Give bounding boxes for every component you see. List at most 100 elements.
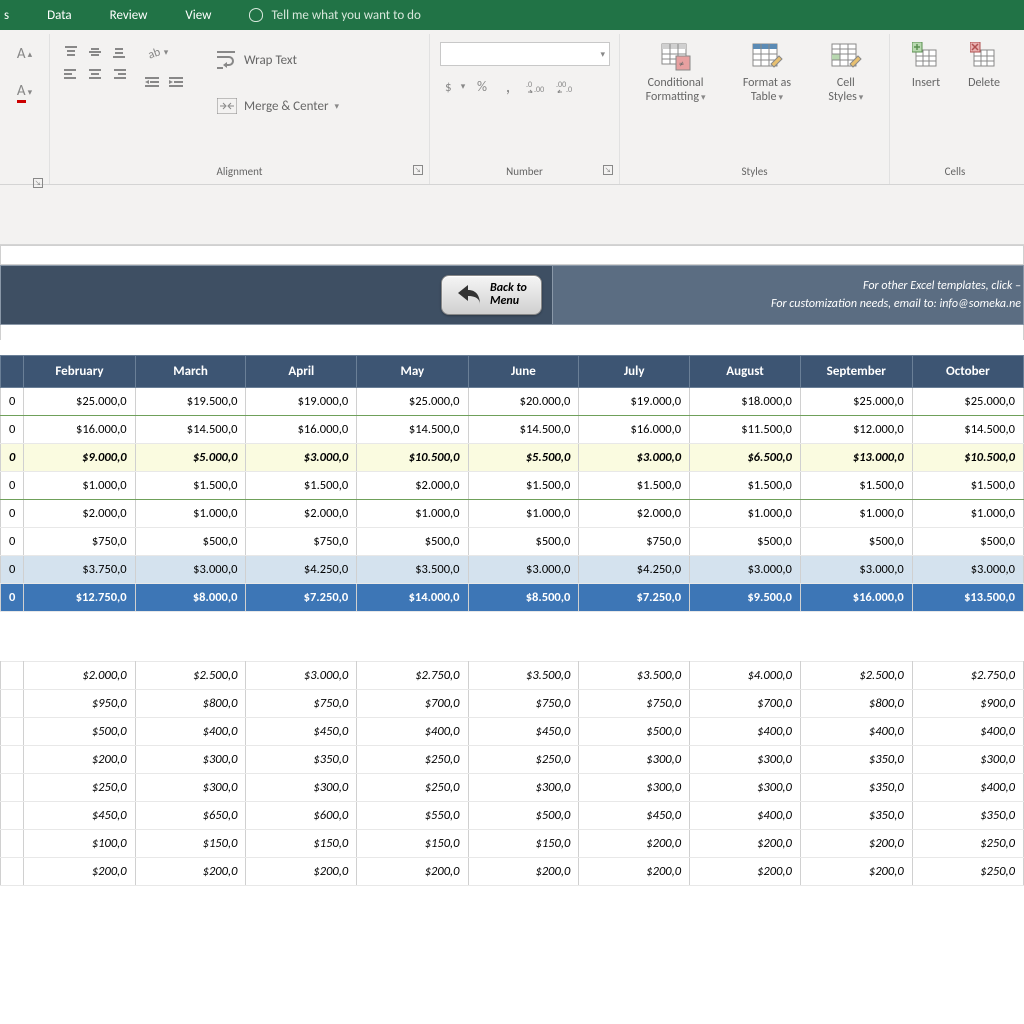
table-row[interactable]: $450,0$650,0$600,0$550,0$500,0$450,0$400… bbox=[1, 802, 1024, 830]
data-cell[interactable]: $750,0 bbox=[246, 528, 357, 556]
data-cell[interactable]: $200,0 bbox=[357, 858, 468, 886]
data-cell[interactable]: $8.500,0 bbox=[468, 584, 579, 612]
header-apr[interactable]: April bbox=[246, 356, 357, 388]
data-cell[interactable]: $14.500,0 bbox=[357, 416, 468, 444]
tab-partial[interactable]: s bbox=[0, 2, 13, 29]
data-cell[interactable]: $25.000,0 bbox=[357, 388, 468, 416]
data-cell[interactable]: $550,0 bbox=[357, 802, 468, 830]
data-cell[interactable]: $250,0 bbox=[357, 746, 468, 774]
data-cell[interactable]: $150,0 bbox=[246, 830, 357, 858]
data-cell[interactable]: $250,0 bbox=[468, 746, 579, 774]
worksheet[interactable]: Back toMenu For other Excel templates, c… bbox=[0, 245, 1024, 886]
row-edge-cell[interactable]: 0 bbox=[1, 416, 24, 444]
data-cell[interactable]: $2.500,0 bbox=[135, 662, 246, 690]
row-edge-cell[interactable]: 0 bbox=[1, 556, 24, 584]
data-cell[interactable]: $19.000,0 bbox=[246, 388, 357, 416]
data-cell[interactable]: $6.500,0 bbox=[690, 444, 801, 472]
data-cell[interactable]: $4.000,0 bbox=[690, 662, 801, 690]
row-edge-cell[interactable]: 0 bbox=[1, 388, 24, 416]
font-color-button[interactable]: A▾ bbox=[14, 82, 36, 102]
align-right-button[interactable] bbox=[108, 64, 130, 84]
tell-me[interactable]: Tell me what you want to do bbox=[245, 2, 424, 29]
data-cell[interactable]: $100,0 bbox=[24, 830, 135, 858]
data-cell[interactable]: $2.000,0 bbox=[24, 662, 135, 690]
data-cell[interactable]: $25.000,0 bbox=[800, 388, 912, 416]
data-cell[interactable]: $250,0 bbox=[357, 774, 468, 802]
data-cell[interactable]: $300,0 bbox=[246, 774, 357, 802]
back-to-menu-button[interactable]: Back toMenu bbox=[441, 275, 542, 315]
data-cell[interactable]: $150,0 bbox=[357, 830, 468, 858]
align-bottom-button[interactable] bbox=[108, 42, 130, 62]
tab-review[interactable]: Review bbox=[106, 2, 152, 29]
header-aug[interactable]: August bbox=[690, 356, 801, 388]
number-launcher[interactable]: ↘ bbox=[603, 165, 613, 175]
data-cell[interactable]: $500,0 bbox=[468, 802, 579, 830]
table-row[interactable]: $500,0$400,0$450,0$400,0$450,0$500,0$400… bbox=[1, 718, 1024, 746]
data-cell[interactable]: $14.000,0 bbox=[357, 584, 468, 612]
data-cell[interactable]: $19.500,0 bbox=[135, 388, 246, 416]
data-cell[interactable]: $3.500,0 bbox=[357, 556, 468, 584]
data-cell[interactable]: $450,0 bbox=[24, 802, 135, 830]
data-cell[interactable]: $350,0 bbox=[800, 746, 912, 774]
data-cell[interactable]: $11.500,0 bbox=[690, 416, 801, 444]
data-cell[interactable]: $200,0 bbox=[246, 858, 357, 886]
header-sep[interactable]: September bbox=[800, 356, 912, 388]
data-cell[interactable]: $350,0 bbox=[800, 774, 912, 802]
data-cell[interactable]: $300,0 bbox=[468, 774, 579, 802]
header-jul[interactable]: July bbox=[579, 356, 690, 388]
table-row[interactable]: 0$16.000,0$14.500,0$16.000,0$14.500,0$14… bbox=[1, 416, 1024, 444]
data-cell[interactable]: $300,0 bbox=[579, 746, 690, 774]
increase-decimal-button[interactable]: .0.00 bbox=[522, 76, 550, 96]
data-cell[interactable]: $200,0 bbox=[579, 858, 690, 886]
data-cell[interactable]: $400,0 bbox=[135, 718, 246, 746]
row-edge-cell[interactable] bbox=[1, 746, 24, 774]
data-cell[interactable]: $1.000,0 bbox=[468, 500, 579, 528]
alignment-launcher[interactable]: ↘ bbox=[413, 165, 423, 175]
table-row[interactable]: 0$12.750,0$8.000,0$7.250,0$14.000,0$8.50… bbox=[1, 584, 1024, 612]
data-cell[interactable]: $350,0 bbox=[912, 802, 1023, 830]
data-cell[interactable]: $3.000,0 bbox=[579, 444, 690, 472]
table-row[interactable]: 0$25.000,0$19.500,0$19.000,0$25.000,0$20… bbox=[1, 388, 1024, 416]
data-cell[interactable]: $400,0 bbox=[357, 718, 468, 746]
data-cell[interactable]: $900,0 bbox=[912, 690, 1023, 718]
data-cell[interactable]: $300,0 bbox=[135, 746, 246, 774]
data-cell[interactable]: $5.500,0 bbox=[468, 444, 579, 472]
data-cell[interactable]: $150,0 bbox=[135, 830, 246, 858]
data-cell[interactable]: $350,0 bbox=[800, 802, 912, 830]
data-cell[interactable]: $800,0 bbox=[135, 690, 246, 718]
decrease-decimal-button[interactable]: .00.0 bbox=[552, 76, 580, 96]
data-cell[interactable]: $400,0 bbox=[690, 718, 801, 746]
data-cell[interactable]: $500,0 bbox=[357, 528, 468, 556]
data-cell[interactable]: $800,0 bbox=[800, 690, 912, 718]
data-cell[interactable]: $1.500,0 bbox=[912, 472, 1023, 500]
data-cell[interactable]: $500,0 bbox=[579, 718, 690, 746]
data-cell[interactable]: $1.000,0 bbox=[357, 500, 468, 528]
data-cell[interactable]: $200,0 bbox=[690, 830, 801, 858]
increase-indent-button[interactable] bbox=[166, 72, 188, 92]
data-cell[interactable]: $200,0 bbox=[468, 858, 579, 886]
data-cell[interactable]: $5.000,0 bbox=[135, 444, 246, 472]
grow-font-button[interactable]: A▴ bbox=[14, 44, 36, 64]
data-cell[interactable]: $200,0 bbox=[135, 858, 246, 886]
data-cell[interactable]: $1.000,0 bbox=[24, 472, 135, 500]
row-edge-cell[interactable] bbox=[1, 690, 24, 718]
merge-center-button[interactable]: Merge & Center ▾ bbox=[210, 90, 343, 122]
data-cell[interactable]: $500,0 bbox=[912, 528, 1023, 556]
row-edge-cell[interactable] bbox=[1, 662, 24, 690]
row-edge-cell[interactable]: 0 bbox=[1, 500, 24, 528]
data-cell[interactable]: $16.000,0 bbox=[24, 416, 135, 444]
data-cell[interactable]: $500,0 bbox=[690, 528, 801, 556]
data-cell[interactable]: $3.000,0 bbox=[690, 556, 801, 584]
data-cell[interactable]: $16.000,0 bbox=[579, 416, 690, 444]
data-cell[interactable]: $1.000,0 bbox=[800, 500, 912, 528]
data-cell[interactable]: $3.750,0 bbox=[24, 556, 135, 584]
data-cell[interactable]: $750,0 bbox=[24, 528, 135, 556]
table-row[interactable]: $2.000,0$2.500,0$3.000,0$2.750,0$3.500,0… bbox=[1, 662, 1024, 690]
data-cell[interactable]: $10.500,0 bbox=[357, 444, 468, 472]
row-edge-cell[interactable]: 0 bbox=[1, 528, 24, 556]
table-row[interactable]: $950,0$800,0$750,0$700,0$750,0$750,0$700… bbox=[1, 690, 1024, 718]
data-cell[interactable]: $1.000,0 bbox=[690, 500, 801, 528]
table-row[interactable]: 0$9.000,0$5.000,0$3.000,0$10.500,0$5.500… bbox=[1, 444, 1024, 472]
row-edge-cell[interactable] bbox=[1, 830, 24, 858]
data-cell[interactable]: $250,0 bbox=[912, 830, 1023, 858]
